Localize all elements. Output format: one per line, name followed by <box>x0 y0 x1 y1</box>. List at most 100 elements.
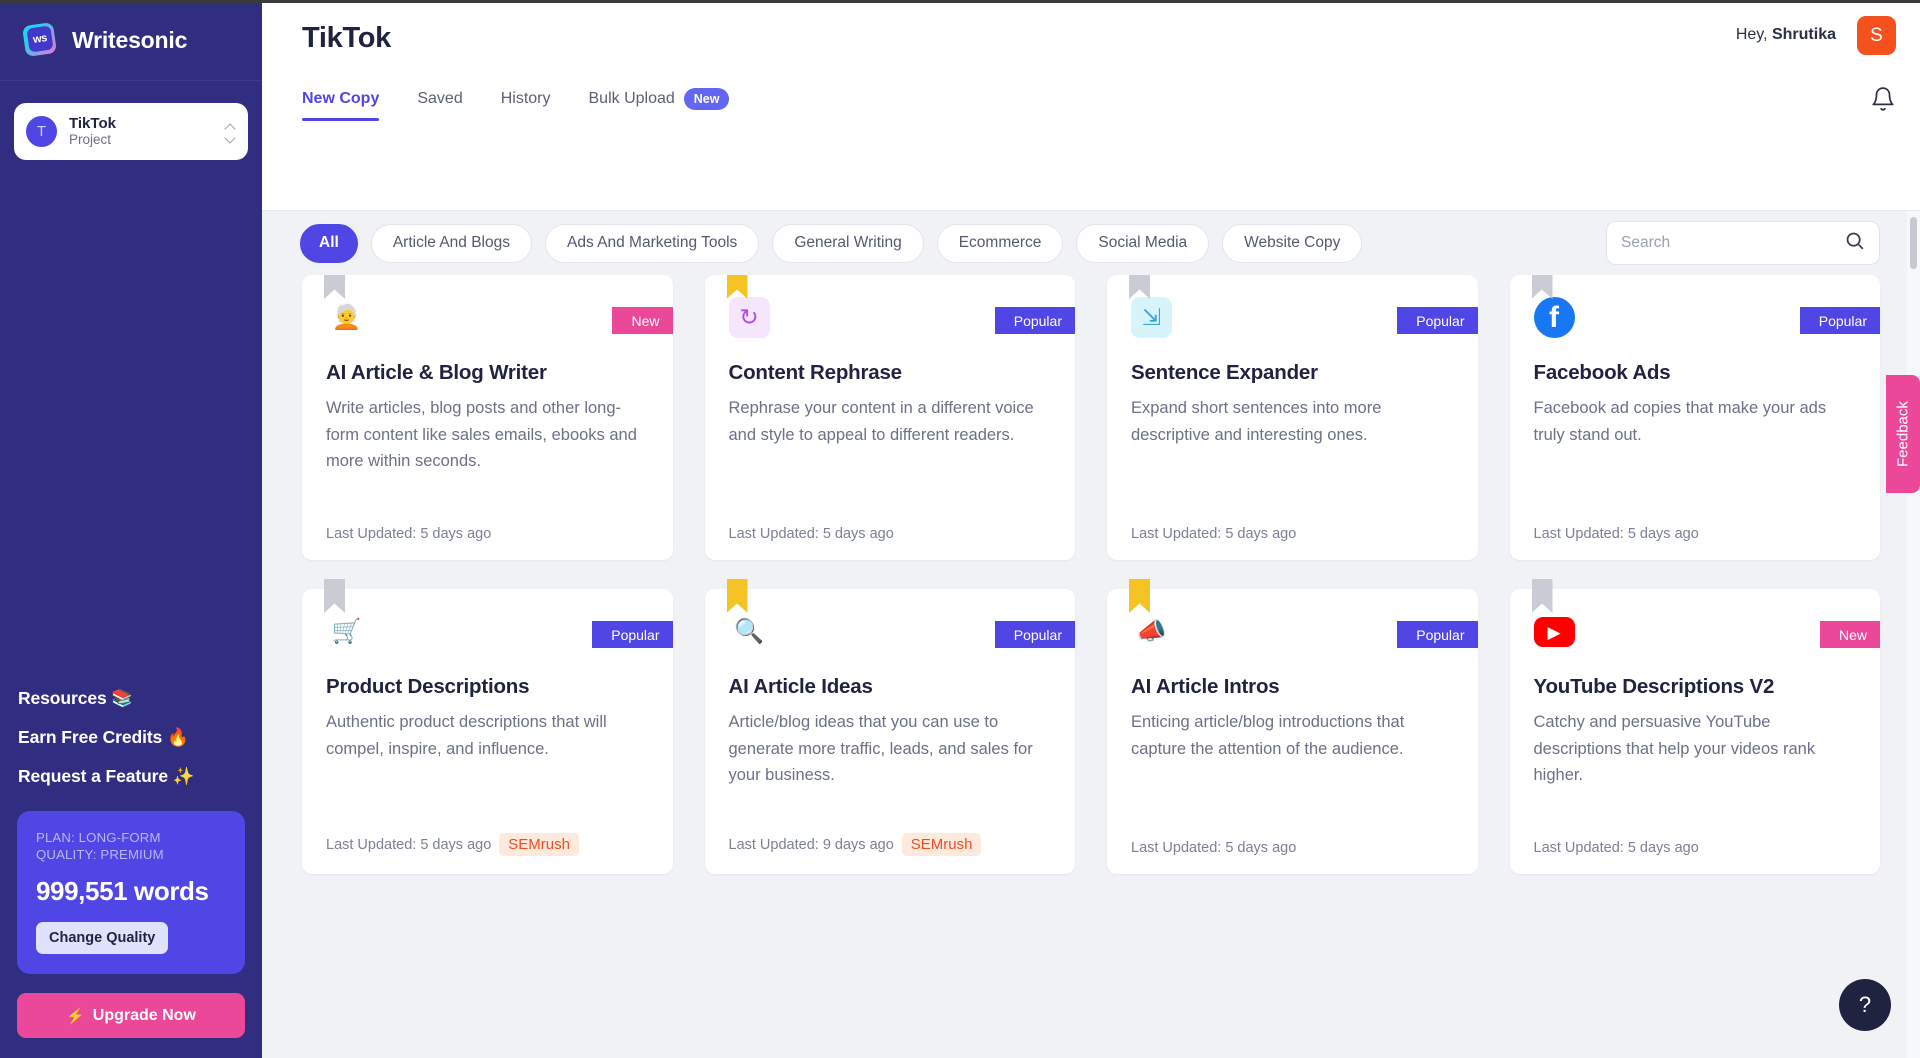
card-title: AI Article & Blog Writer <box>326 359 649 386</box>
filter-chip-article-and-blogs[interactable]: Article And Blogs <box>371 224 532 263</box>
card-last-updated: Last Updated: 5 days ago <box>1131 526 1296 542</box>
scrollbar-thumb[interactable] <box>1910 217 1917 269</box>
plan-quality-line: QUALITY: PREMIUM <box>36 846 226 864</box>
tab-label: History <box>501 90 551 107</box>
card-last-updated: Last Updated: 5 days ago <box>326 837 491 853</box>
bookmark-icon[interactable] <box>1129 579 1150 613</box>
tab-label: Bulk Upload <box>589 90 675 107</box>
status-badge: Popular <box>1008 621 1075 648</box>
bookmark-icon[interactable] <box>1532 275 1553 299</box>
search-box[interactable] <box>1606 221 1880 265</box>
greeting-prefix: Hey, <box>1736 26 1772 43</box>
sidebar-item-request-a-feature[interactable]: Request a Feature ✨ <box>18 766 262 787</box>
main-content: TikTok Hey, Shrutika S New CopySavedHist… <box>262 0 1920 1058</box>
plan-words-remaining: 999,551 words <box>36 876 226 907</box>
card-description: Article/blog ideas that you can use to g… <box>729 709 1052 817</box>
bookmark-icon[interactable] <box>727 579 748 613</box>
user-avatar[interactable]: S <box>1857 16 1896 55</box>
tab-saved[interactable]: Saved <box>417 90 462 121</box>
template-card[interactable]: New▶YouTube Descriptions V2Catchy and pe… <box>1510 589 1881 874</box>
notification-bell-icon[interactable] <box>1870 86 1896 112</box>
logo-mark-text: ws <box>26 25 53 52</box>
page-title: TikTok <box>302 22 391 55</box>
card-description: Write articles, blog posts and other lon… <box>326 395 649 510</box>
status-badge-label: Popular <box>1416 313 1464 329</box>
bookmark-icon[interactable] <box>324 275 345 299</box>
sidebar: ws Writesonic T TikTok Project Resources… <box>0 0 262 1058</box>
filter-chip-ecommerce[interactable]: Ecommerce <box>937 224 1064 263</box>
template-card[interactable]: PopularfFacebook AdsFacebook ad copies t… <box>1510 275 1881 560</box>
status-badge: Popular <box>1410 307 1477 334</box>
help-button[interactable]: ? <box>1839 979 1891 1031</box>
card-partner-tag: SEMrush <box>499 833 579 856</box>
sidebar-item-earn-free-credits[interactable]: Earn Free Credits 🔥 <box>18 727 262 748</box>
card-footer: Last Updated: 5 days ago <box>729 526 1052 542</box>
tab-new-copy[interactable]: New Copy <box>302 90 379 121</box>
brand-logo[interactable]: ws Writesonic <box>0 0 262 81</box>
card-last-updated: Last Updated: 9 days ago <box>729 837 894 853</box>
vertical-scrollbar[interactable] <box>1907 211 1920 1058</box>
refresh-icon: ↻ <box>729 297 770 338</box>
shopping-cart-icon: 🛒 <box>326 611 367 652</box>
expand-icon: ⇲ <box>1131 297 1172 338</box>
top-bar: TikTok Hey, Shrutika S New CopySavedHist… <box>262 0 1920 211</box>
chevron-down-icon <box>225 133 236 140</box>
card-partner-tag: SEMrush <box>902 833 982 856</box>
project-selector[interactable]: T TikTok Project <box>14 103 248 160</box>
card-description: Rephrase your content in a different voi… <box>729 395 1052 510</box>
search-input[interactable] <box>1621 234 1844 252</box>
feedback-tab[interactable]: Feedback <box>1886 375 1920 493</box>
plan-name-line: PLAN: LONG-FORM <box>36 829 226 847</box>
status-badge-label: Popular <box>611 627 659 643</box>
bookmark-icon[interactable] <box>1532 579 1553 613</box>
card-description: Authentic product descriptions that will… <box>326 709 649 817</box>
sidebar-spacer <box>0 160 262 688</box>
template-card[interactable]: Popular🔍AI Article IdeasArticle/blog ide… <box>705 589 1076 874</box>
filter-chip-general-writing[interactable]: General Writing <box>772 224 923 263</box>
change-quality-button[interactable]: Change Quality <box>36 922 168 954</box>
filter-chip-website-copy[interactable]: Website Copy <box>1222 224 1362 263</box>
template-card[interactable]: Popular⇲Sentence ExpanderExpand short se… <box>1107 275 1478 560</box>
filter-chip-ads-and-marketing-tools[interactable]: Ads And Marketing Tools <box>545 224 759 263</box>
template-grid-scroll[interactable]: New🧑‍🦳AI Article & Blog WriterWrite arti… <box>262 275 1920 1058</box>
template-card[interactable]: Popular🛒Product DescriptionsAuthentic pr… <box>302 589 673 874</box>
status-badge: Popular <box>1410 621 1477 648</box>
template-card[interactable]: New🧑‍🦳AI Article & Blog WriterWrite arti… <box>302 275 673 560</box>
status-badge: Popular <box>1813 307 1880 334</box>
sidebar-item-resources[interactable]: Resources 📚 <box>18 688 262 709</box>
card-last-updated: Last Updated: 5 days ago <box>1534 840 1699 856</box>
facebook-icon: f <box>1534 297 1575 338</box>
card-last-updated: Last Updated: 5 days ago <box>729 526 894 542</box>
writesonic-logo-icon: ws <box>21 22 59 58</box>
status-badge: New <box>1833 621 1880 648</box>
card-description: Enticing article/blog introductions that… <box>1131 709 1454 824</box>
card-description: Facebook ad copies that make your ads tr… <box>1534 395 1857 510</box>
card-footer: Last Updated: 5 days ago <box>1534 840 1857 856</box>
youtube-icon: ▶ <box>1534 617 1575 647</box>
bookmark-icon[interactable] <box>1129 275 1150 299</box>
search-icon[interactable] <box>1844 230 1865 256</box>
filter-chip-social-media[interactable]: Social Media <box>1076 224 1209 263</box>
status-badge: Popular <box>605 621 672 648</box>
card-last-updated: Last Updated: 5 days ago <box>1131 840 1296 856</box>
plan-card: PLAN: LONG-FORM QUALITY: PREMIUM 999,551… <box>17 811 245 974</box>
bookmark-icon[interactable] <box>727 275 748 299</box>
bookmark-icon[interactable] <box>324 579 345 613</box>
upgrade-now-button[interactable]: ⚡ Upgrade Now <box>17 993 245 1038</box>
sidebar-links: Resources 📚 Earn Free Credits 🔥 Request … <box>0 688 262 805</box>
card-last-updated: Last Updated: 5 days ago <box>1534 526 1699 542</box>
tab-label: New Copy <box>302 90 379 107</box>
project-subtitle: Project <box>69 132 213 148</box>
card-footer: Last Updated: 5 days ago <box>1131 526 1454 542</box>
filter-chip-all[interactable]: All <box>300 224 358 263</box>
browser-chrome-edge <box>0 0 1920 3</box>
card-footer: Last Updated: 5 days ago SEMrush <box>326 833 649 856</box>
card-last-updated: Last Updated: 5 days ago <box>326 526 491 542</box>
template-card[interactable]: Popular↻Content RephraseRephrase your co… <box>705 275 1076 560</box>
card-title: YouTube Descriptions V2 <box>1534 673 1857 700</box>
project-avatar: T <box>26 116 57 147</box>
tab-bulk-upload[interactable]: Bulk UploadNew <box>589 88 730 123</box>
tab-history[interactable]: History <box>501 90 551 121</box>
card-description: Expand short sentences into more descrip… <box>1131 395 1454 510</box>
template-card[interactable]: Popular📣AI Article IntrosEnticing articl… <box>1107 589 1478 874</box>
